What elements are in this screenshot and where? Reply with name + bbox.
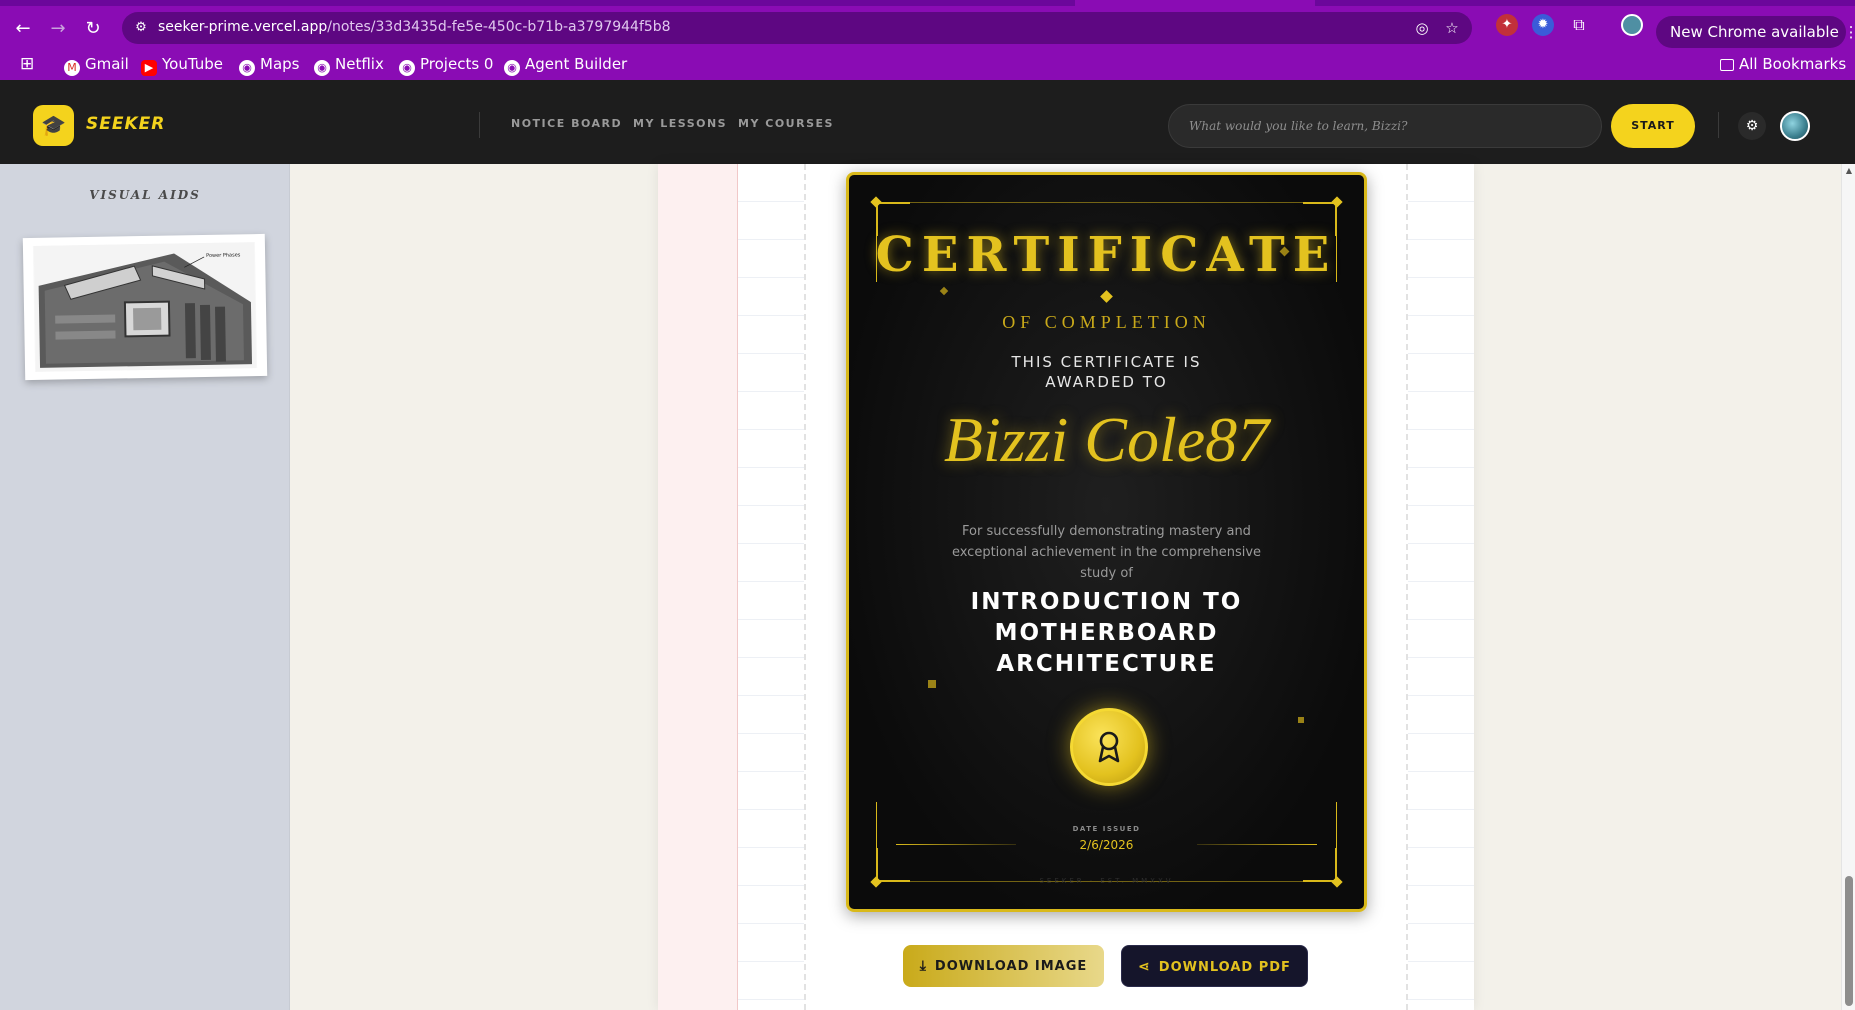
kebab-menu-icon[interactable]: ⋮ [1844,23,1855,41]
browser-toolbar: ← → ↻ ⚙ seeker-prime.vercel.app/notes/33… [0,8,1855,48]
award-ribbon-icon [1098,731,1120,763]
globe-icon: ◉ [314,60,330,76]
nav-my-courses[interactable]: MY COURSES [738,117,834,130]
bookmark-agent-builder[interactable]: ◉ Agent Builder [504,55,627,76]
date-issued-label: DATE ISSUED [1072,825,1141,833]
star-icon[interactable]: ☆ [1442,18,1462,38]
nav-notice-board[interactable]: NOTICE BOARD [511,117,622,130]
bookmark-projects[interactable]: ◉ Projects 0 [399,55,493,76]
bookmark-maps[interactable]: ◉ Maps [239,55,299,76]
profile-avatar-icon[interactable] [1621,14,1643,36]
gmail-icon: M [64,60,80,76]
awarded-line-2: AWARDED TO [1045,373,1168,391]
url-host: seeker-prime.vercel.app [158,19,328,35]
sidebar-title: VISUAL AIDS [89,188,201,202]
visual-aids-sidebar: VISUAL AIDS Power Phases [0,164,290,1010]
globe-icon: ◉ [504,60,520,76]
bookmark-label: Agent Builder [525,55,628,73]
address-bar[interactable]: ⚙ seeker-prime.vercel.app/notes/33d3435d… [122,12,1472,44]
bookmark-youtube[interactable]: ▶ YouTube [141,55,223,76]
all-bookmarks-label: All Bookmarks [1739,55,1847,73]
certificate-description: For successfully demonstrating mastery a… [951,524,1262,581]
tab-strip[interactable] [0,0,1855,6]
certificate-footer: SEEKER · EST. MMXXV [1039,877,1174,885]
course-title: INTRODUCTION TO MOTHERBOARD ARCHITECTURE [929,587,1284,680]
eye-off-icon[interactable]: ◎ [1412,18,1432,38]
bookmark-netflix[interactable]: ◉ Netflix [314,55,384,76]
aid-caption: Power Phases [206,252,241,259]
bookmark-label: Projects 0 [420,55,494,73]
new-chrome-label: New Chrome available [1670,23,1839,41]
search-input[interactable]: What would you like to learn, Bizzi? [1168,104,1602,148]
bookmark-label: Maps [260,55,300,73]
sparkle-ornament [1298,717,1304,723]
nav-my-lessons[interactable]: MY LESSONS [633,117,727,130]
sparkle-ornament [939,286,949,296]
certificate-subtitle: OF COMPLETION [1002,312,1211,332]
extensions-puzzle-icon[interactable]: ⧉ [1568,14,1590,36]
bookmark-label: YouTube [162,55,223,73]
browser-chrome: ← → ↻ ⚙ seeker-prime.vercel.app/notes/33… [0,0,1855,80]
address-url[interactable]: seeker-prime.vercel.app/notes/33d3435d-f… [158,19,671,35]
youtube-icon: ▶ [141,60,157,76]
course-line-2: MOTHERBOARD [994,620,1219,646]
share-icon: ⋖ [1138,959,1151,975]
forward-icon[interactable]: → [45,16,71,42]
title-diamond-ornament [1100,290,1113,303]
visual-aid-card[interactable]: Power Phases [22,233,268,381]
course-line-1: INTRODUCTION TO [970,589,1243,615]
awarded-line-1: THIS CERTIFICATE IS [1011,353,1202,371]
app-header: 🎓 SEEKER NOTICE BOARD MY LESSONS MY COUR… [0,80,1855,164]
scrollbar-thumb[interactable] [1845,876,1853,1006]
download-icon: ⤓ [919,958,927,974]
date-issued-value: 2/6/2026 [1079,838,1134,852]
url-path: /notes/33d3435d-fe5e-450c-b71b-a3797944f… [327,19,671,35]
download-pdf-button[interactable]: ⋖ DOWNLOAD PDF [1121,945,1308,987]
all-bookmarks[interactable]: All Bookmarks [1720,55,1846,73]
notebook-margin [658,164,738,1010]
certificate: CERTIFICATE OF COMPLETION THIS CERTIFICA… [846,172,1367,912]
header-divider [1718,112,1719,138]
graduation-cap-icon[interactable]: 🎓 [33,105,74,146]
new-chrome-available-button[interactable]: New Chrome available ⋮ [1656,16,1855,48]
settings-gear-icon[interactable]: ⚙ [1738,112,1766,140]
bookmark-label: Netflix [335,55,384,73]
award-seal [1070,708,1148,786]
certificate-title: CERTIFICATE [875,227,1338,283]
course-line-3: ARCHITECTURE [996,651,1217,677]
sparkle-ornament [928,680,936,688]
reload-icon[interactable]: ↻ [80,16,106,42]
download-image-label: DOWNLOAD IMAGE [934,959,1088,974]
extension-gear-icon[interactable]: ✹ [1532,14,1554,36]
recipient-name: Bizzi Cole87 [943,404,1270,475]
extension-fox-icon[interactable]: ✦ [1496,14,1518,36]
active-tab[interactable] [1075,0,1315,6]
bookmarks-bar: ⊞ M Gmail ▶ YouTube ◉ Maps ◉ Netflix ◉ Projec… [0,48,1855,80]
border-line-top [876,202,1337,203]
user-avatar[interactable] [1780,111,1810,141]
globe-icon: ◉ [239,60,255,76]
folder-icon [1720,59,1734,71]
page-scrollbar[interactable]: ▲ [1841,164,1855,1010]
site-info-icon[interactable]: ⚙ [132,19,150,37]
scroll-up-arrow-icon[interactable]: ▲ [1844,166,1854,176]
bookmark-label: Gmail [85,55,129,73]
download-pdf-label: DOWNLOAD PDF [1158,960,1291,975]
brand-name[interactable]: SEEKER [86,114,165,134]
nav-divider [479,112,480,138]
download-image-button[interactable]: ⤓ DOWNLOAD IMAGE [903,945,1104,987]
start-button[interactable]: START [1611,104,1695,148]
motherboard-diagram-image: Power Phases [32,242,258,372]
bookmark-gmail[interactable]: M Gmail [64,55,129,76]
back-icon[interactable]: ← [10,16,36,42]
apps-grid-icon[interactable]: ⊞ [20,55,34,73]
globe-icon: ◉ [399,60,415,76]
awarded-to-text: THIS CERTIFICATE IS AWARDED TO [999,352,1214,392]
